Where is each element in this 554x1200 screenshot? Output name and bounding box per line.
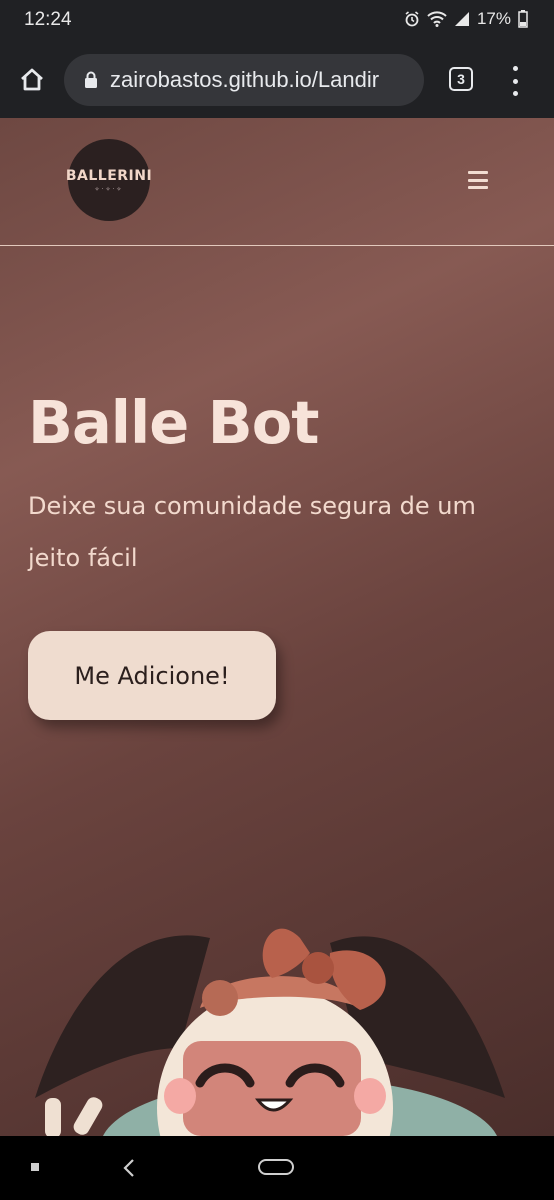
home-pill-button[interactable] — [258, 1159, 294, 1175]
system-nav-bar — [0, 1136, 554, 1200]
ballerina-mascot-illustration — [35, 928, 505, 1136]
back-chevron-icon — [123, 1159, 134, 1177]
signal-icon — [454, 11, 470, 27]
address-bar[interactable]: zairobastos.github.io/Landir — [64, 54, 424, 106]
more-dot-icon — [512, 78, 518, 84]
wifi-icon — [427, 11, 447, 27]
home-icon — [21, 68, 43, 91]
landing-page: BALLERINI ✧·✧·✧ Balle Bot Deixe sua comu… — [0, 118, 554, 1136]
hamburger-menu-icon[interactable] — [468, 171, 488, 189]
more-dot-icon — [512, 66, 518, 71]
url-text: zairobastos.github.io/Landir — [110, 67, 380, 92]
status-bar: 12:24 17% — [0, 0, 554, 42]
recents-button[interactable] — [31, 1163, 39, 1171]
add-bot-button[interactable]: Me Adicione! — [28, 631, 276, 720]
hero-title: Balle Bot — [28, 388, 319, 457]
back-button[interactable] — [120, 1157, 138, 1183]
browser-toolbar: zairobastos.github.io/Landir 3 — [0, 42, 554, 118]
lock-icon — [84, 71, 98, 89]
status-icons: 17% — [404, 9, 528, 29]
more-dot-icon — [512, 91, 518, 96]
site-header: BALLERINI ✧·✧·✧ — [0, 118, 554, 246]
logo-decoration: ✧·✧·✧ — [94, 185, 124, 193]
battery-icon — [518, 10, 528, 28]
hero-subtitle: Deixe sua comunidade segura de um jeito … — [28, 492, 476, 572]
battery-label: 17% — [476, 9, 511, 28]
logo-text: BALLERINI — [65, 167, 153, 184]
site-logo[interactable]: BALLERINI ✧·✧·✧ — [65, 139, 153, 221]
home-button[interactable] — [14, 62, 50, 98]
status-time: 12:24 — [24, 9, 72, 30]
alarm-icon — [404, 11, 420, 27]
browser-menu-button[interactable] — [505, 66, 525, 96]
tab-switcher-button[interactable]: 3 — [449, 67, 473, 91]
